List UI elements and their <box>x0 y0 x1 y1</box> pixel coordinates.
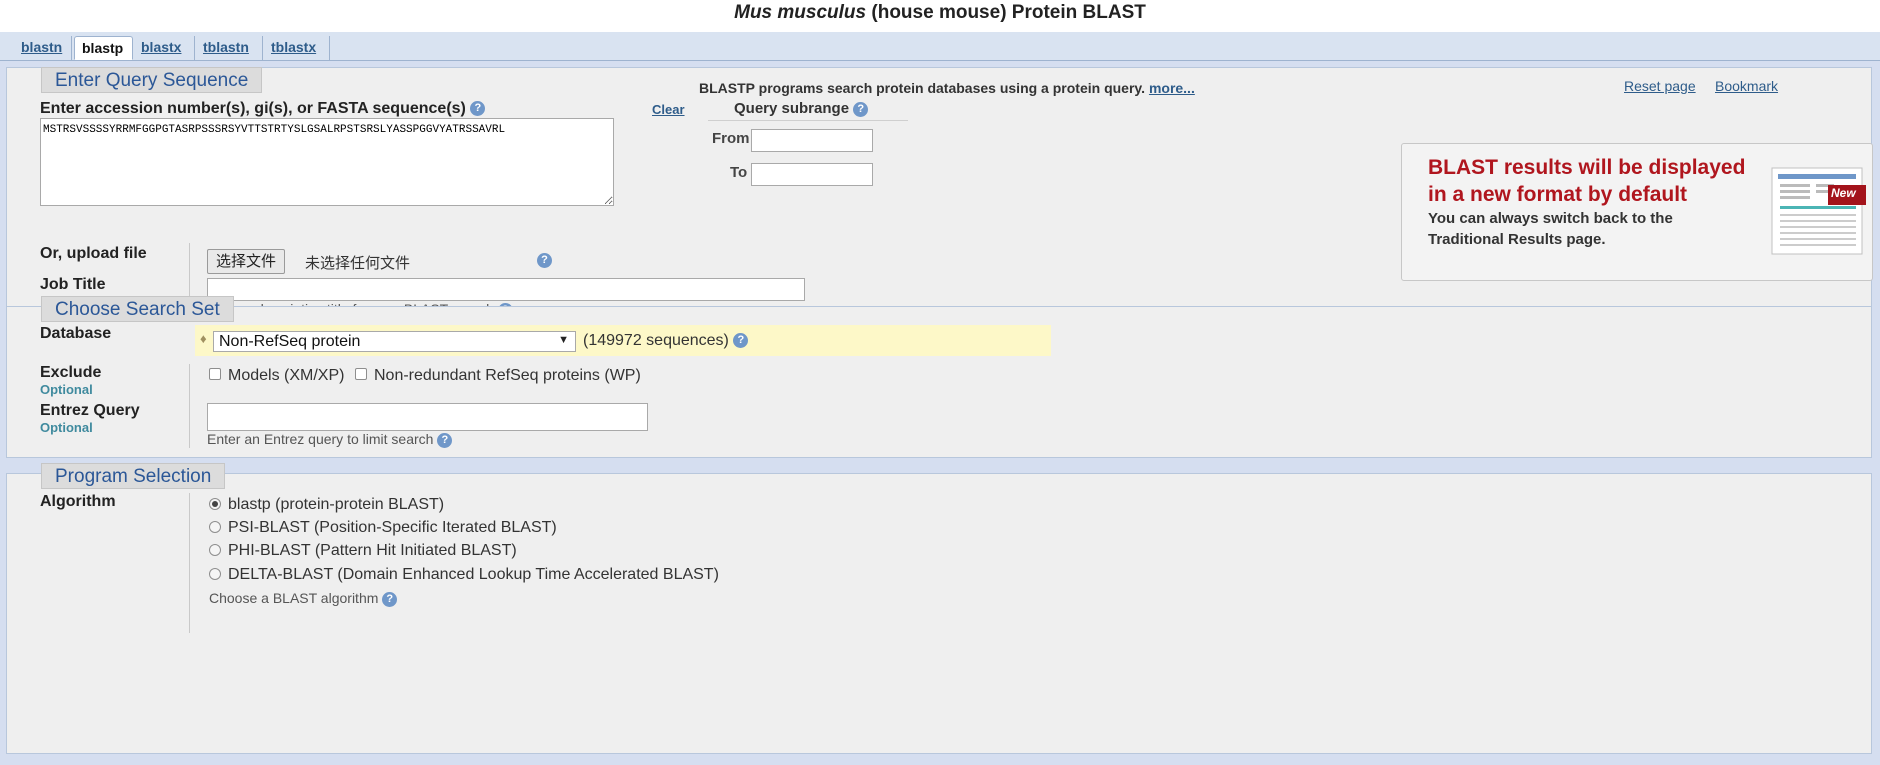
job-title-label: Job Title <box>40 276 106 293</box>
search-set-legend: Choose Search Set <box>41 296 234 322</box>
search-set-panel: Choose Search Set Database ♦ Non-RefSeq … <box>6 296 1872 458</box>
notice-title-line1: BLAST results will be displayed <box>1428 156 1746 179</box>
psi-blast-label: PSI-BLAST (Position-Specific Iterated BL… <box>228 519 557 536</box>
program-description: BLASTP programs search protein databases… <box>699 80 1195 96</box>
entrez-hint: Enter an Entrez query to limit search ? <box>207 431 453 448</box>
help-icon[interactable]: ? <box>437 432 453 448</box>
exclude-label: Exclude <box>40 364 102 381</box>
field-divider <box>189 364 190 448</box>
delta-blast-label: DELTA-BLAST (Domain Enhanced Lookup Time… <box>228 566 719 583</box>
database-selected: Non-RefSeq protein <box>219 333 361 350</box>
help-icon[interactable]: ? <box>382 591 398 607</box>
bookmark-link[interactable]: Bookmark <box>1715 78 1778 94</box>
from-label: From <box>712 130 750 147</box>
reset-page-link[interactable]: Reset page <box>1624 78 1696 94</box>
entrez-label: Entrez Query <box>40 402 140 419</box>
field-divider <box>189 493 190 633</box>
delta-blast-radio[interactable] <box>209 568 221 580</box>
choose-file-button[interactable]: 选择文件 <box>207 249 286 274</box>
job-title-input[interactable] <box>207 278 805 301</box>
tab-blastn[interactable]: blastn <box>14 36 72 60</box>
tab-tblastx[interactable]: tblastx <box>264 36 330 60</box>
clear-link[interactable]: Clear <box>652 102 685 117</box>
to-input[interactable] <box>751 163 873 186</box>
database-row: ♦ Non-RefSeq protein ▼ (149972 sequences… <box>195 325 1051 356</box>
algorithm-hint-text: Choose a BLAST algorithm <box>209 590 379 606</box>
tab-blastp[interactable]: blastp <box>74 36 133 60</box>
entrez-hint-text: Enter an Entrez query to limit search <box>207 431 434 447</box>
tab-blastx[interactable]: blastx <box>134 36 195 60</box>
new-badge: New <box>1831 186 1856 200</box>
help-icon[interactable]: ? <box>537 253 552 268</box>
blastp-radio[interactable] <box>209 498 221 510</box>
query-subrange-header: Query subrange ? <box>708 100 908 121</box>
program-panel: Program Selection Algorithm blastp (prot… <box>6 463 1872 754</box>
upload-label: Or, upload file <box>40 245 147 262</box>
database-count: (149972 sequences) ? <box>583 332 749 350</box>
page-title-rest: (house mouse) Protein BLAST <box>871 2 1146 23</box>
more-link[interactable]: more... <box>1149 80 1195 96</box>
entrez-query-input[interactable] <box>207 403 648 431</box>
database-count-text: (149972 sequences) <box>583 332 729 349</box>
help-icon[interactable]: ? <box>470 101 486 117</box>
exclude-wp-label: Non-redundant RefSeq proteins (WP) <box>374 367 641 384</box>
database-select[interactable]: Non-RefSeq protein ▼ <box>213 331 576 352</box>
exclude-wp-checkbox[interactable] <box>355 368 367 380</box>
notice-body-line1: You can always switch back to the <box>1428 210 1673 227</box>
exclude-models-checkbox[interactable] <box>209 368 221 380</box>
program-description-text: BLASTP programs search protein databases… <box>699 80 1146 96</box>
subrange-title-text: Query subrange <box>734 100 850 117</box>
phi-blast-radio[interactable] <box>209 544 221 556</box>
algorithm-hint: Choose a BLAST algorithm ? <box>209 590 398 607</box>
exclude-optional: Optional <box>40 382 93 397</box>
algorithm-label: Algorithm <box>40 493 116 510</box>
organism-name: Mus musculus <box>734 2 867 23</box>
program-tabs: blastn blastp blastx tblastn tblastx <box>0 32 1880 61</box>
entrez-optional: Optional <box>40 420 93 435</box>
phi-blast-label: PHI-BLAST (Pattern Hit Initiated BLAST) <box>228 542 517 559</box>
notice-title-line2: in a new format by default <box>1428 183 1688 206</box>
sequence-label-text: Enter accession number(s), gi(s), or FAS… <box>40 100 466 117</box>
notice-body: You can always switch back to the Tradit… <box>1428 208 1673 250</box>
help-icon[interactable]: ? <box>733 333 749 349</box>
blastp-label: blastp (protein-protein BLAST) <box>228 496 445 513</box>
query-sequence-textarea[interactable]: MSTRSVSSSSYRRMFGGPGTASRPSSSRSYVTTSTRTYSL… <box>40 118 614 206</box>
to-label: To <box>730 164 748 181</box>
diamond-icon: ♦ <box>200 331 207 346</box>
main-content: Enter Query Sequence BLASTP programs sea… <box>0 61 1880 765</box>
notice-title: BLAST results will be displayed in a new… <box>1428 154 1745 208</box>
upload-status: 未选择任何文件 <box>305 255 411 272</box>
psi-blast-radio[interactable] <box>209 521 221 533</box>
results-thumbnail-icon: New <box>1770 164 1868 258</box>
sequence-label: Enter accession number(s), gi(s), or FAS… <box>40 100 486 118</box>
subrange-title: Query subrange ? <box>734 100 869 117</box>
new-format-notice: BLAST results will be displayed in a new… <box>1401 143 1873 281</box>
page-title: Mus musculus (house mouse) Protein BLAST <box>0 2 1880 24</box>
program-legend: Program Selection <box>41 463 226 489</box>
query-legend: Enter Query Sequence <box>41 67 263 93</box>
tab-tblastn[interactable]: tblastn <box>196 36 263 60</box>
from-input[interactable] <box>751 129 873 152</box>
database-label: Database <box>40 325 112 342</box>
notice-body-line2: Traditional Results page. <box>1428 231 1606 248</box>
exclude-models-label: Models (XM/XP) <box>228 367 345 384</box>
help-icon[interactable]: ? <box>853 101 869 117</box>
triangle-down-icon: ▼ <box>558 334 569 346</box>
